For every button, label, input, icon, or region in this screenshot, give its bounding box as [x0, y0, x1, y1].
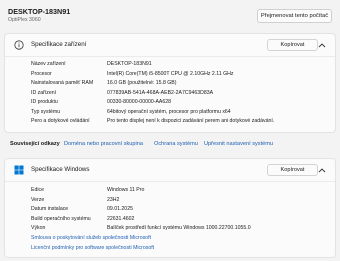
pc-name: DESKTOP-183N91 — [8, 7, 71, 16]
spec-key: Verze — [31, 196, 45, 203]
spec-key: Edice — [31, 187, 44, 193]
copy-device-specs-button[interactable]: Kopírovat — [267, 39, 318, 51]
spec-key: Výkon — [31, 225, 46, 231]
divider — [5, 56, 335, 57]
spec-value: Windows 11 Pro — [107, 187, 145, 193]
windows-specs-header[interactable]: Specifikace Windows Kopírovat — [5, 159, 335, 181]
windows-specs-card: Specifikace Windows Kopírovat Edice Wind… — [4, 158, 336, 258]
page-header: DESKTOP-183N91 OptiPlex 3060 Přejmenovat… — [0, 0, 340, 30]
link-microsoft-software-license[interactable]: Licenční podmínky pro software společnos… — [31, 245, 154, 251]
related-links-title: Související odkazy — [10, 141, 60, 147]
spec-value: Balíček prostředí funkcí systému Windows… — [107, 225, 251, 231]
device-specs-card: Specifikace zařízení Kopírovat Název zař… — [4, 33, 336, 133]
pc-model: OptiPlex 3060 — [8, 17, 41, 23]
spec-value: 00330-80000-00000-AA628 — [107, 99, 172, 105]
spec-value: 16.0 GB (použitelné: 15.8 GB) — [107, 80, 177, 86]
spec-key: Pero a dotykové ovládání — [31, 118, 90, 124]
windows-logo-icon — [14, 165, 24, 175]
copy-windows-specs-button[interactable]: Kopírovat — [267, 164, 318, 176]
spec-value: 64bitový operační systém, procesor pro p… — [107, 108, 231, 115]
spec-key: Datum instalace — [31, 206, 69, 212]
device-specs-title: Specifikace zařízení — [31, 41, 87, 48]
spec-value: 077839AB-541A-468A-AEB2-2A7C9463D83A — [107, 89, 214, 96]
spec-value: 22631.4602 — [107, 215, 135, 222]
spec-key: Typ systému — [31, 108, 61, 115]
spec-key: Build operačního systému — [31, 215, 91, 222]
spec-key: ID produktu — [31, 99, 58, 105]
spec-value: 23H2 — [107, 196, 120, 203]
info-icon — [14, 40, 24, 50]
spec-key: Název zařízení — [31, 61, 66, 67]
chevron-up-icon[interactable] — [318, 42, 326, 48]
device-specs-header[interactable]: Specifikace zařízení Kopírovat — [5, 34, 335, 56]
chevron-up-icon[interactable] — [318, 167, 326, 173]
spec-value: Intel(R) Core(TM) i5-8500T CPU @ 2.10GHz… — [107, 70, 234, 77]
spec-key: Nainstalovaná paměť RAM — [31, 80, 94, 86]
spec-value: Pro tento displej není k dispozici zadáv… — [107, 118, 275, 124]
link-advanced-system-settings[interactable]: Upřesnit nastavení systému — [204, 141, 273, 147]
spec-value: DESKTOP-183N91 — [107, 61, 152, 67]
spec-value: 09.01.2025 — [107, 206, 133, 212]
rename-pc-button[interactable]: Přejmenovat tento počítač — [257, 9, 332, 23]
link-microsoft-services-agreement[interactable]: Smlouva o poskytování služeb společnosti… — [31, 235, 151, 241]
link-system-protection[interactable]: Ochrana systému — [154, 141, 198, 147]
spec-key: Procesor — [31, 70, 52, 77]
divider — [5, 181, 335, 182]
related-links-bar: Související odkazy Doména nebo pracovní … — [4, 136, 336, 154]
spec-key: ID zařízení — [31, 89, 57, 96]
link-domain-workgroup[interactable]: Doména nebo pracovní skupina — [64, 141, 143, 147]
windows-specs-title: Specifikace Windows — [31, 166, 90, 173]
